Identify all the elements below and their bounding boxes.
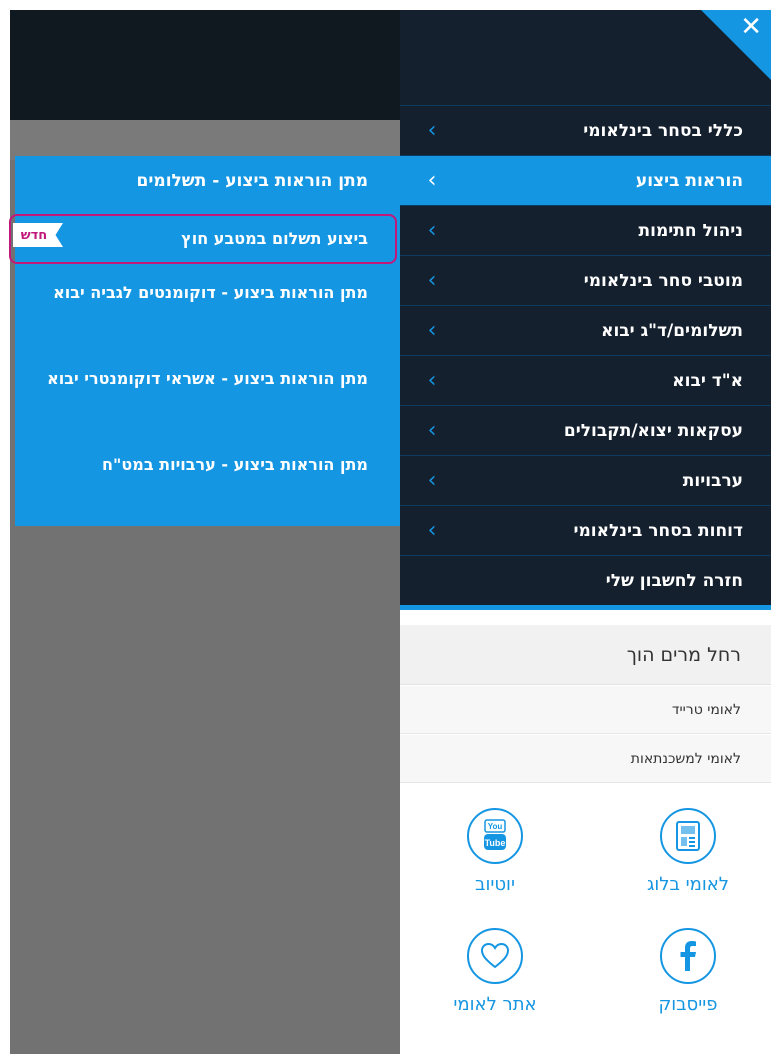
heart-icon xyxy=(467,928,523,984)
menu-item-execution-orders[interactable]: הוראות ביצוע ‹ xyxy=(400,155,771,205)
chevron-left-icon: ‹ xyxy=(427,118,437,143)
execution-orders-submenu: מתן הוראות ביצוע - תשלומים ביצוע תשלום ב… xyxy=(15,156,400,526)
menu-item-label: תשלומים/ד"ג יבוא xyxy=(601,320,743,341)
menu-item-label: כללי בסחר בינלאומי xyxy=(583,120,743,141)
menu-item-label: חזרה לחשבון שלי xyxy=(605,570,743,591)
youtube-label: יוטיוב xyxy=(475,874,515,895)
blog-label: לאומי בלוג xyxy=(646,874,730,895)
user-name: רחל מרים הוך xyxy=(400,625,771,685)
menu-item-label: הוראות ביצוע xyxy=(635,170,743,191)
svg-text:Tube: Tube xyxy=(485,838,506,848)
main-menu: כללי בסחר בינלאומי ‹ הוראות ביצוע ‹ ניהו… xyxy=(400,105,771,610)
chevron-left-icon: ‹ xyxy=(427,168,437,193)
close-icon[interactable]: ✕ xyxy=(740,12,762,42)
facebook-label: פייסבוק xyxy=(658,994,718,1015)
chevron-left-icon: ‹ xyxy=(427,218,437,243)
youtube-icon: You Tube xyxy=(467,808,523,864)
youtube-link[interactable]: You Tube יוטיוב xyxy=(420,808,570,895)
menu-item-signatures[interactable]: ניהול חתימות ‹ xyxy=(400,205,771,255)
menu-item-import-credit[interactable]: א"ד יבוא ‹ xyxy=(400,355,771,405)
chevron-left-icon: ‹ xyxy=(427,418,437,443)
menu-item-export-deals[interactable]: עסקאות יצוא/תקבולים ‹ xyxy=(400,405,771,455)
menu-item-label: ניהול חתימות xyxy=(638,220,743,241)
menu-item-label: דוחות בסחר בינלאומי xyxy=(573,520,743,541)
facebook-link[interactable]: פייסבוק xyxy=(613,928,763,1015)
side-menu-panel: ✕ כללי בסחר בינלאומי ‹ הוראות ביצוע ‹ ני… xyxy=(400,10,771,1054)
leumi-site-link[interactable]: אתר לאומי xyxy=(420,928,570,1015)
menu-item-label: א"ד יבוא xyxy=(672,370,743,391)
facebook-icon xyxy=(660,928,716,984)
menu-item-label: מוטבי סחר בינלאומי xyxy=(583,270,743,291)
menu-item-label: עסקאות יצוא/תקבולים xyxy=(563,420,743,441)
chevron-left-icon: ‹ xyxy=(427,368,437,393)
chevron-left-icon: ‹ xyxy=(427,318,437,343)
submenu-item-import-collection[interactable]: מתן הוראות ביצוע - דוקומנטים לגביה יבוא xyxy=(15,278,400,308)
menu-item-general[interactable]: כללי בסחר בינלאומי ‹ xyxy=(400,105,771,155)
menu-item-beneficiaries[interactable]: מוטבי סחר בינלאומי ‹ xyxy=(400,255,771,305)
link-leumi-mortgages[interactable]: לאומי למשכנתאות xyxy=(400,735,771,783)
backdrop-strip xyxy=(10,120,400,160)
menu-item-import-payments[interactable]: תשלומים/ד"ג יבוא ‹ xyxy=(400,305,771,355)
blog-link[interactable]: לאומי בלוג xyxy=(613,808,763,895)
menu-item-back-to-account[interactable]: חזרה לחשבון שלי xyxy=(400,555,771,610)
svg-text:You: You xyxy=(488,822,503,831)
highlight-frame xyxy=(9,214,397,264)
page-header-dark xyxy=(10,10,400,120)
submenu-item-fx-guarantees[interactable]: מתן הוראות ביצוע - ערבויות במט"ח xyxy=(15,450,400,480)
link-leumi-trade[interactable]: לאומי טרייד xyxy=(400,686,771,734)
chevron-left-icon: ‹ xyxy=(427,268,437,293)
new-badge: חדש xyxy=(13,223,63,247)
blog-icon xyxy=(660,808,716,864)
chevron-left-icon: ‹ xyxy=(427,518,437,543)
menu-item-reports[interactable]: דוחות בסחר בינלאומי ‹ xyxy=(400,505,771,555)
menu-item-guarantees[interactable]: ערבויות ‹ xyxy=(400,455,771,505)
submenu-header[interactable]: מתן הוראות ביצוע - תשלומים xyxy=(15,156,400,206)
menu-item-label: ערבויות xyxy=(682,470,743,491)
chevron-left-icon: ‹ xyxy=(427,468,437,493)
submenu-item-import-lc[interactable]: מתן הוראות ביצוע - אשראי דוקומנטרי יבוא xyxy=(15,364,400,394)
leumi-site-label: אתר לאומי xyxy=(453,994,537,1015)
